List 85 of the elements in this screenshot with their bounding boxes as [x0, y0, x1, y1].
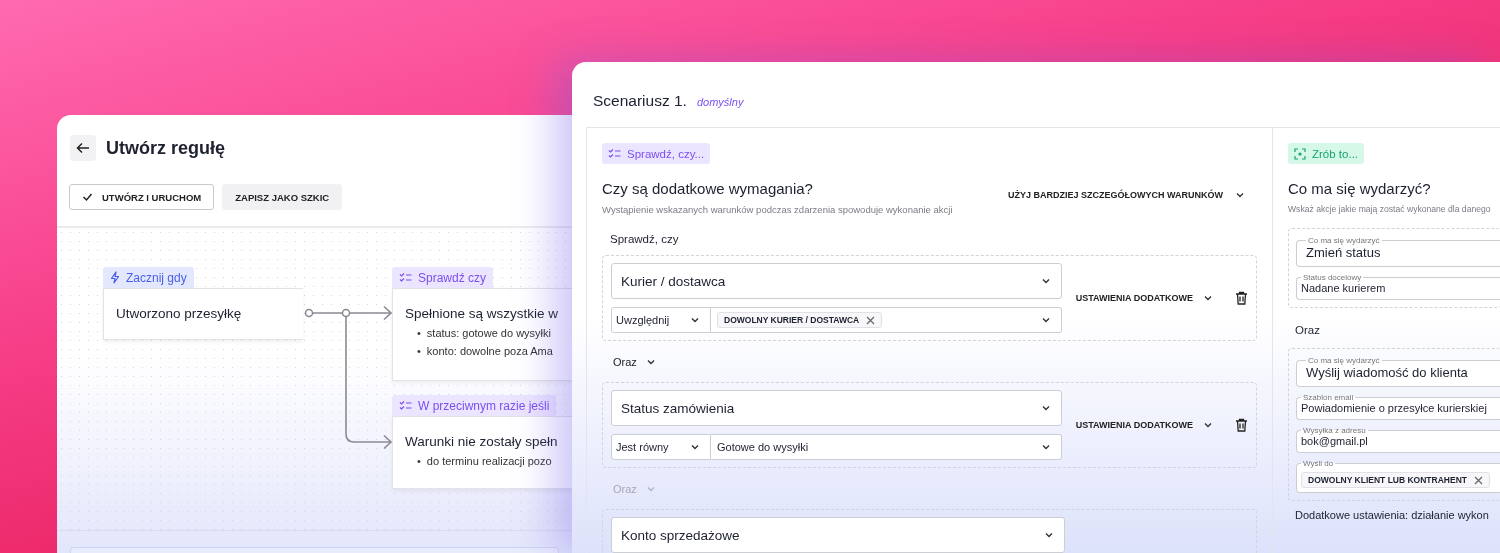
- chevron-down-icon: [1235, 190, 1245, 200]
- connector-port[interactable]: [341, 308, 351, 318]
- operator-select[interactable]: Jest równy: [611, 434, 711, 460]
- additional-settings-button[interactable]: USTAWIENIA DODATKOWE: [1075, 293, 1213, 303]
- detailed-conditions-toggle[interactable]: UŻYJ BARDZIEJ SZCZEGÓŁOWYCH WARUNKÓW: [1008, 190, 1245, 200]
- field-value: Powiadomienie o przesyłce kurierskiej: [1301, 402, 1487, 414]
- field-label: Wyśli do: [1302, 459, 1335, 468]
- node-tag-label: Sprawdź czy: [418, 270, 487, 285]
- back-button[interactable]: [70, 135, 96, 161]
- form-field[interactable]: Wysyłka z adresu bok@gmail.pl: [1296, 426, 1500, 453]
- delete-button[interactable]: [1235, 418, 1248, 432]
- chevron-down-icon: [1203, 293, 1213, 303]
- additional-settings-text: Dodatkowe ustawienia: działanie wykon: [1295, 509, 1490, 521]
- form-field[interactable]: Szablon email Powiadomienie o przesyłce kurierskiej: [1296, 393, 1500, 420]
- field-label: Status docelowy: [1302, 273, 1363, 282]
- node-condition: konto: dowolne poza Ama: [426, 345, 553, 358]
- checklist-icon: [399, 400, 412, 411]
- page-title: Utwórz regułę: [106, 137, 225, 159]
- node-condition: status: gotowe do wysyłki: [426, 327, 551, 340]
- chevron-down-icon: [1203, 420, 1213, 430]
- action-select[interactable]: Co ma się wydarzyć Zmień status: [1296, 236, 1500, 267]
- action-select[interactable]: Co ma się wydarzyć Wyślij wiadomość do klienta: [1296, 356, 1500, 387]
- form-field[interactable]: Wyśli do DOWOLNY KLIENT LUB KONTRAHENT: [1296, 459, 1500, 493]
- remove-icon[interactable]: [866, 315, 876, 325]
- additional-settings-button[interactable]: USTAWIENIA DODATKOWE: [1075, 420, 1213, 430]
- operator-select[interactable]: Uwzględnij: [611, 307, 711, 333]
- section-tag-label: Zrób to...: [1312, 147, 1359, 160]
- arrow-left-icon: [76, 142, 90, 154]
- connector-port[interactable]: [304, 308, 314, 318]
- checklist-icon: [399, 272, 412, 283]
- field-value: Wyślij wiadomość do klienta: [1306, 365, 1468, 380]
- node-tag-label: Zacznij gdy: [126, 270, 187, 285]
- field-select[interactable]: Kurier / dostawca: [611, 263, 1062, 299]
- focus-icon: [1294, 147, 1306, 160]
- field-value: Zmień status: [1306, 245, 1381, 260]
- value-select[interactable]: Gotowe do wysyłki: [711, 434, 1062, 460]
- save-draft-button[interactable]: ZAPISZ JAKO SZKIC: [222, 184, 343, 210]
- chevron-down-icon: [645, 484, 656, 494]
- field-value: bok@gmail.pl: [1301, 435, 1368, 447]
- section-heading: Czy są dodatkowe wymagania?: [602, 180, 814, 197]
- chevron-down-icon: [1044, 530, 1054, 540]
- section-description: Wskaż akcje jakie mają zostać wykonane dla danego: [1288, 204, 1491, 214]
- field-select[interactable]: Konto sprzedażowe: [611, 517, 1065, 553]
- flow-node[interactable]: Utworzono przesyłkę: [103, 288, 303, 340]
- node-title: Utworzono przesyłkę: [116, 306, 243, 321]
- lightning-icon: [110, 271, 120, 284]
- default-label: domyślny: [696, 96, 744, 108]
- chevron-down-icon: [690, 315, 700, 325]
- bullet-marker: •: [417, 455, 421, 468]
- checklist-icon: [608, 148, 621, 159]
- form-field[interactable]: Status docelowy Nadane kurierem: [1296, 273, 1500, 300]
- delete-button[interactable]: [1235, 291, 1248, 305]
- check-icon: [82, 192, 93, 202]
- chevron-down-icon: [1040, 442, 1051, 452]
- section-tag-label: Sprawdź, czy...: [627, 147, 705, 160]
- chevron-down-icon: [1040, 276, 1051, 286]
- create-and-run-button[interactable]: UTWÓRZ I URUCHOM: [69, 184, 215, 210]
- field-value: Nadane kurierem: [1301, 282, 1386, 294]
- section-description: Wystąpienie wskazanych warunków podczas zdarzenia spowoduje wykonanie akcji: [602, 204, 953, 215]
- flow-node[interactable]: Warunki nie zostały spełn • do terminu realizacji pozo: [392, 416, 572, 489]
- and-label: Oraz: [1295, 324, 1321, 336]
- remove-icon[interactable]: [1474, 475, 1483, 485]
- scenario-title: Scenariusz 1.: [593, 92, 687, 110]
- node-title: Warunki nie zostały spełn: [405, 434, 559, 449]
- bullet-marker: •: [417, 327, 421, 340]
- chevron-down-icon: [690, 442, 700, 452]
- bullet-marker: •: [417, 345, 421, 358]
- section-heading: Co ma się wydarzyć?: [1288, 180, 1432, 197]
- chevron-down-icon: [645, 357, 656, 367]
- field-label: Wysyłka z adresu: [1302, 426, 1367, 435]
- field-label: Co ma się wydarzyć: [1307, 236, 1381, 245]
- value-select[interactable]: DOWOLNY KURIER / DOSTAWCA: [711, 307, 1062, 333]
- node-tag-label: W przeciwnym razie jeśli: [418, 398, 550, 413]
- chip-label: DOWOLNY KLIENT LUB KONTRAHENT: [1308, 475, 1467, 485]
- node-title: Spełnione są wszystkie w: [405, 306, 560, 321]
- field-label: Co ma się wydarzyć: [1307, 356, 1381, 365]
- field-select[interactable]: Status zamówienia: [611, 390, 1062, 426]
- chevron-down-icon: [1040, 315, 1051, 325]
- chip-label: DOWOLNY KURIER / DOSTAWCA: [724, 315, 860, 325]
- node-condition: do terminu realizacji pozo: [426, 455, 552, 468]
- field-label: Szablon email: [1302, 393, 1355, 402]
- flow-node[interactable]: Spełnione są wszystkie w • status: gotowe do wysyłki • konto: dowolne poza Ama: [392, 288, 572, 381]
- and-connector[interactable]: Oraz: [613, 356, 656, 368]
- chevron-down-icon: [1040, 403, 1051, 413]
- conditions-label: Sprawdź, czy: [610, 233, 680, 245]
